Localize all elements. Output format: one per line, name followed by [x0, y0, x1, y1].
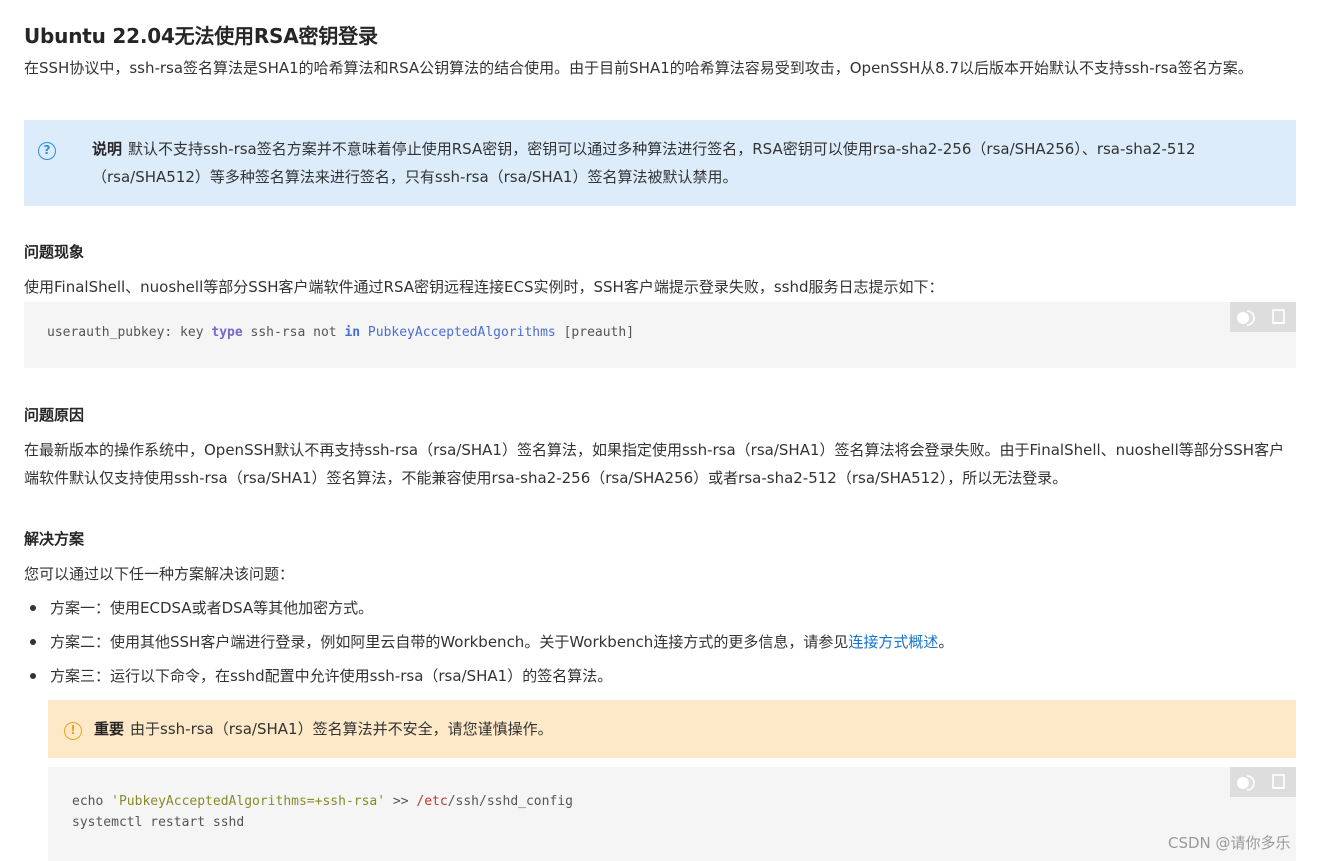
toggle-theme-icon[interactable] [1236, 773, 1256, 791]
watermark: CSDN @请你多乐 [1168, 834, 1291, 852]
copy-icon[interactable] [1270, 773, 1288, 791]
page-title: Ubuntu 22.04无法使用RSA密钥登录 [24, 24, 378, 48]
warning-title: 重要 [94, 720, 125, 738]
code-text: echo [72, 794, 112, 809]
code-class-name: PubkeyAcceptedAlgorithms [367, 325, 556, 340]
list-item-text: 方案三：运行以下命令，在sshd配置中允许使用ssh-rsa（rsa/SHA1）… [50, 667, 613, 685]
command-code-block: echo 'PubkeyAcceptedAlgorithms=+ssh-rsa'… [48, 767, 1296, 861]
code-text: [preauth] [555, 325, 635, 340]
code-string: 'PubkeyAcceptedAlgorithms=+ssh-rsa' [111, 794, 386, 809]
note-callout: 说明 默认不支持ssh-rsa签名方案并不意味着停止使用RSA密钥，密钥可以通过多… [24, 120, 1296, 206]
question-circle-icon: ? [38, 142, 56, 160]
exclamation-circle-icon: ! [64, 722, 82, 740]
toggle-theme-icon[interactable] [1236, 308, 1256, 326]
code-toolbar [1230, 767, 1296, 797]
code-line: echo 'PubkeyAcceptedAlgorithms=+ssh-rsa'… [72, 791, 1296, 812]
warning-callout: 重要 由于ssh-rsa（rsa/SHA1）签名算法并不安全，请您谨慎操作。 [48, 700, 1296, 758]
note-title: 说明 [92, 140, 123, 158]
connection-methods-link[interactable]: 连接方式概述 [848, 633, 938, 651]
solution-intro: 您可以通过以下任一种方案解决该问题： [24, 565, 295, 583]
list-item-text: 方案二：使用其他SSH客户端进行登录，例如阿里云自带的Workbench。关于W… [50, 633, 849, 651]
list-item-text: 。 [938, 633, 954, 651]
symptom-paragraph: 使用FinalShell、nuoshell等部分SSH客户端软件通过RSA密钥远… [24, 278, 944, 296]
symptom-heading: 问题现象 [24, 243, 85, 261]
cause-paragraph: 在最新版本的操作系统中，OpenSSH默认不再支持ssh-rsa（rsa/SHA… [24, 441, 1285, 487]
list-item-text: 方案一：使用ECDSA或者DSA等其他加密方式。 [50, 599, 374, 617]
code-keyword: type [211, 325, 243, 340]
note-text: 默认不支持ssh-rsa签名方案并不意味着停止使用RSA密钥，密钥可以通过多种算… [92, 140, 1196, 186]
code-path: /etc [416, 794, 448, 809]
cause-heading: 问题原因 [24, 406, 85, 424]
code-text: >> [385, 794, 417, 809]
intro-paragraph: 在SSH协议中，ssh-rsa签名算法是SHA1的哈希算法和RSA公钥算法的结合… [24, 59, 1253, 77]
code-line: systemctl restart sshd [72, 815, 245, 830]
error-log-code-block: userauth_pubkey: key type ssh-rsa not in… [24, 302, 1296, 368]
code-text: /ssh/sshd_config [447, 794, 573, 809]
warning-text: 由于ssh-rsa（rsa/SHA1）签名算法并不安全，请您谨慎操作。 [130, 720, 553, 738]
code-toolbar [1230, 302, 1296, 332]
list-item: 方案二：使用其他SSH客户端进行登录，例如阿里云自带的Workbench。关于W… [24, 628, 953, 662]
code-text: userauth_pubkey: key [47, 325, 212, 340]
list-item: 方案三：运行以下命令，在sshd配置中允许使用ssh-rsa（rsa/SHA1）… [24, 662, 953, 696]
list-item: 方案一：使用ECDSA或者DSA等其他加密方式。 [24, 594, 953, 628]
code-text: ssh-rsa not [242, 325, 345, 340]
copy-icon[interactable] [1270, 308, 1288, 326]
solution-list: 方案一：使用ECDSA或者DSA等其他加密方式。 方案二：使用其他SSH客户端进… [24, 594, 953, 696]
code-keyword: in [344, 325, 361, 340]
solution-heading: 解决方案 [24, 530, 85, 548]
